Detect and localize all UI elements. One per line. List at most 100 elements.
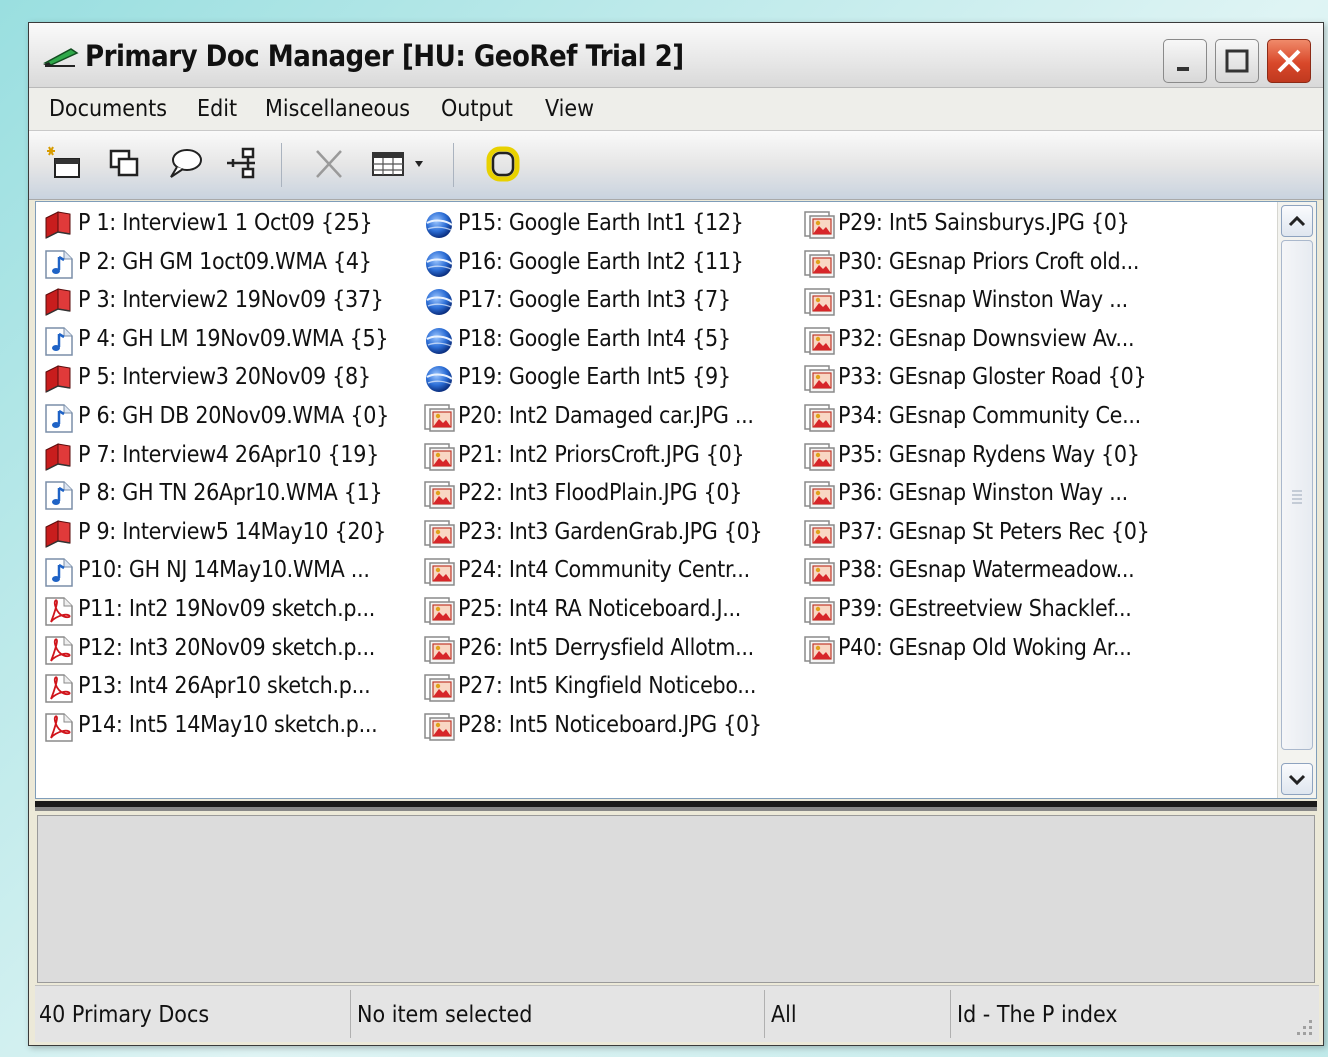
audio-file-icon <box>42 480 76 510</box>
document-label: P22: Int3 FloodPlain.JPG {0} <box>458 480 743 507</box>
image-file-icon <box>802 287 836 317</box>
pencil-icon <box>43 48 79 67</box>
title-bar[interactable]: Primary Doc Manager [HU: GeoRef Trial 2] <box>29 23 1323 88</box>
status-bar: 40 Primary Docs No item selected All Id … <box>35 985 1319 1042</box>
earth-file-icon <box>422 326 456 356</box>
document-label: P25: Int4 RA Noticeboard.J... <box>458 596 742 622</box>
image-file-icon <box>802 403 836 433</box>
pdf-file-icon <box>42 635 76 665</box>
pdf-file-icon <box>42 596 76 626</box>
document-label: P28: Int5 Noticeboard.JPG {0} <box>458 711 762 738</box>
resize-grip-icon[interactable] <box>1293 1016 1315 1038</box>
image-file-icon <box>422 673 456 703</box>
document-list[interactable]: P 1: Interview1 1 Oct09 {25} P 2: GH GM 1… <box>35 201 1317 799</box>
document-label: P15: Google Earth Int1 {12} <box>458 210 744 236</box>
primary-doc-manager-window: Primary Doc Manager [HU: GeoRef Trial 2]… <box>28 22 1324 1046</box>
maximize-icon <box>1225 49 1249 73</box>
comment-pane[interactable] <box>37 815 1315 983</box>
minimize-button[interactable] <box>1163 39 1207 83</box>
document-label: P31: GEsnap Winston Way ... <box>838 287 1128 314</box>
document-label: P11: Int2 19Nov09 sketch.p... <box>78 596 375 622</box>
scrollbar-thumb[interactable] <box>1281 240 1313 750</box>
document-label: P 6: GH DB 20Nov09.WMA {0} <box>78 403 389 429</box>
document-label: P29: Int5 Sainsburys.JPG {0} <box>838 210 1130 236</box>
document-label: P21: Int2 PriorsCroft.JPG {0} <box>458 441 745 468</box>
image-file-icon <box>422 480 456 510</box>
document-label: P23: Int3 GardenGrab.JPG {0} <box>458 518 763 545</box>
chevron-up-icon <box>1288 215 1306 227</box>
image-file-icon <box>422 635 456 665</box>
document-label: P37: GEsnap St Peters Rec {0} <box>838 518 1150 545</box>
toolbar-separator <box>453 143 454 187</box>
document-label: P 9: Interview5 14May10 {20} <box>78 518 386 545</box>
close-button[interactable] <box>1267 39 1311 83</box>
document-label: P 2: GH GM 1oct09.WMA {4} <box>78 248 372 275</box>
menu-edit[interactable]: Edit <box>197 96 237 122</box>
document-label: P 4: GH LM 19Nov09.WMA {5} <box>78 325 389 352</box>
document-label: P33: GEsnap Gloster Road {0} <box>838 364 1147 391</box>
maximize-button[interactable] <box>1215 39 1259 83</box>
rtf-file-icon <box>42 287 76 317</box>
earth-file-icon <box>422 210 456 240</box>
document-label: P30: GEsnap Priors Croft old... <box>838 248 1140 275</box>
status-filter: All <box>767 990 951 1038</box>
menu-documents[interactable]: Documents <box>49 96 167 122</box>
duplicate-icon[interactable] <box>105 145 145 183</box>
close-icon <box>1277 49 1301 73</box>
document-label: P32: GEsnap Downsview Av... <box>838 325 1135 352</box>
image-file-icon <box>422 712 456 742</box>
toolbar <box>29 131 1323 200</box>
image-file-icon <box>802 557 836 587</box>
earth-file-icon <box>422 249 456 279</box>
new-document-icon[interactable] <box>45 145 85 183</box>
image-file-icon <box>802 596 836 626</box>
document-label: P10: GH NJ 14May10.WMA ... <box>78 557 370 584</box>
menu-output[interactable]: Output <box>441 96 513 122</box>
toolbar-separator <box>281 143 282 187</box>
document-label: P 3: Interview2 19Nov09 {37} <box>78 287 384 314</box>
scroll-up-button[interactable] <box>1281 205 1313 237</box>
document-label: P 8: GH TN 26Apr10.WMA {1} <box>78 480 383 507</box>
comment-icon[interactable] <box>165 145 205 183</box>
image-file-icon <box>802 442 836 472</box>
cut-icon[interactable] <box>309 145 349 183</box>
window-title: Primary Doc Manager [HU: GeoRef Trial 2] <box>85 39 684 73</box>
earth-file-icon <box>422 287 456 317</box>
document-label: P13: Int4 26Apr10 sketch.p... <box>78 673 371 700</box>
document-label: P27: Int5 Kingfield Noticebo... <box>458 673 757 700</box>
image-file-icon <box>422 519 456 549</box>
earth-file-icon <box>422 364 456 394</box>
document-label: P34: GEsnap Community Ce... <box>838 403 1141 429</box>
audio-file-icon <box>42 326 76 356</box>
highlight-ring-icon[interactable] <box>483 145 523 183</box>
image-file-icon <box>802 480 836 510</box>
vertical-scrollbar[interactable] <box>1277 202 1316 798</box>
document-label: P36: GEsnap Winston Way ... <box>838 480 1128 507</box>
document-label: P24: Int4 Community Centr... <box>458 557 750 584</box>
document-label: P14: Int5 14May10 sketch.p... <box>78 711 378 738</box>
image-file-icon <box>802 249 836 279</box>
menu-miscellaneous[interactable]: Miscellaneous <box>265 96 410 122</box>
document-label: P35: GEsnap Rydens Way {0} <box>838 441 1140 468</box>
status-sort: Id - The P index <box>957 1002 1118 1028</box>
audio-file-icon <box>42 557 76 588</box>
rtf-file-icon <box>42 519 76 549</box>
scroll-down-button[interactable] <box>1281 763 1313 795</box>
status-doc-count: 40 Primary Docs <box>35 990 351 1038</box>
image-file-icon <box>422 596 456 626</box>
menu-view[interactable]: View <box>545 96 594 122</box>
minimize-icon <box>1177 67 1189 71</box>
image-file-icon <box>802 364 836 394</box>
image-file-icon <box>802 326 836 356</box>
image-file-icon <box>422 557 456 587</box>
image-file-icon <box>802 519 836 549</box>
pdf-file-icon <box>42 673 76 703</box>
rtf-file-icon <box>42 364 76 394</box>
image-file-icon <box>802 635 836 665</box>
document-label: P12: Int3 20Nov09 sketch.p... <box>78 634 375 661</box>
document-label: P16: Google Earth Int2 {11} <box>458 248 744 275</box>
image-file-icon <box>422 442 456 472</box>
grid-view-icon[interactable] <box>367 145 431 183</box>
document-label: P 7: Interview4 26Apr10 {19} <box>78 441 379 468</box>
tree-icon[interactable] <box>223 145 263 183</box>
